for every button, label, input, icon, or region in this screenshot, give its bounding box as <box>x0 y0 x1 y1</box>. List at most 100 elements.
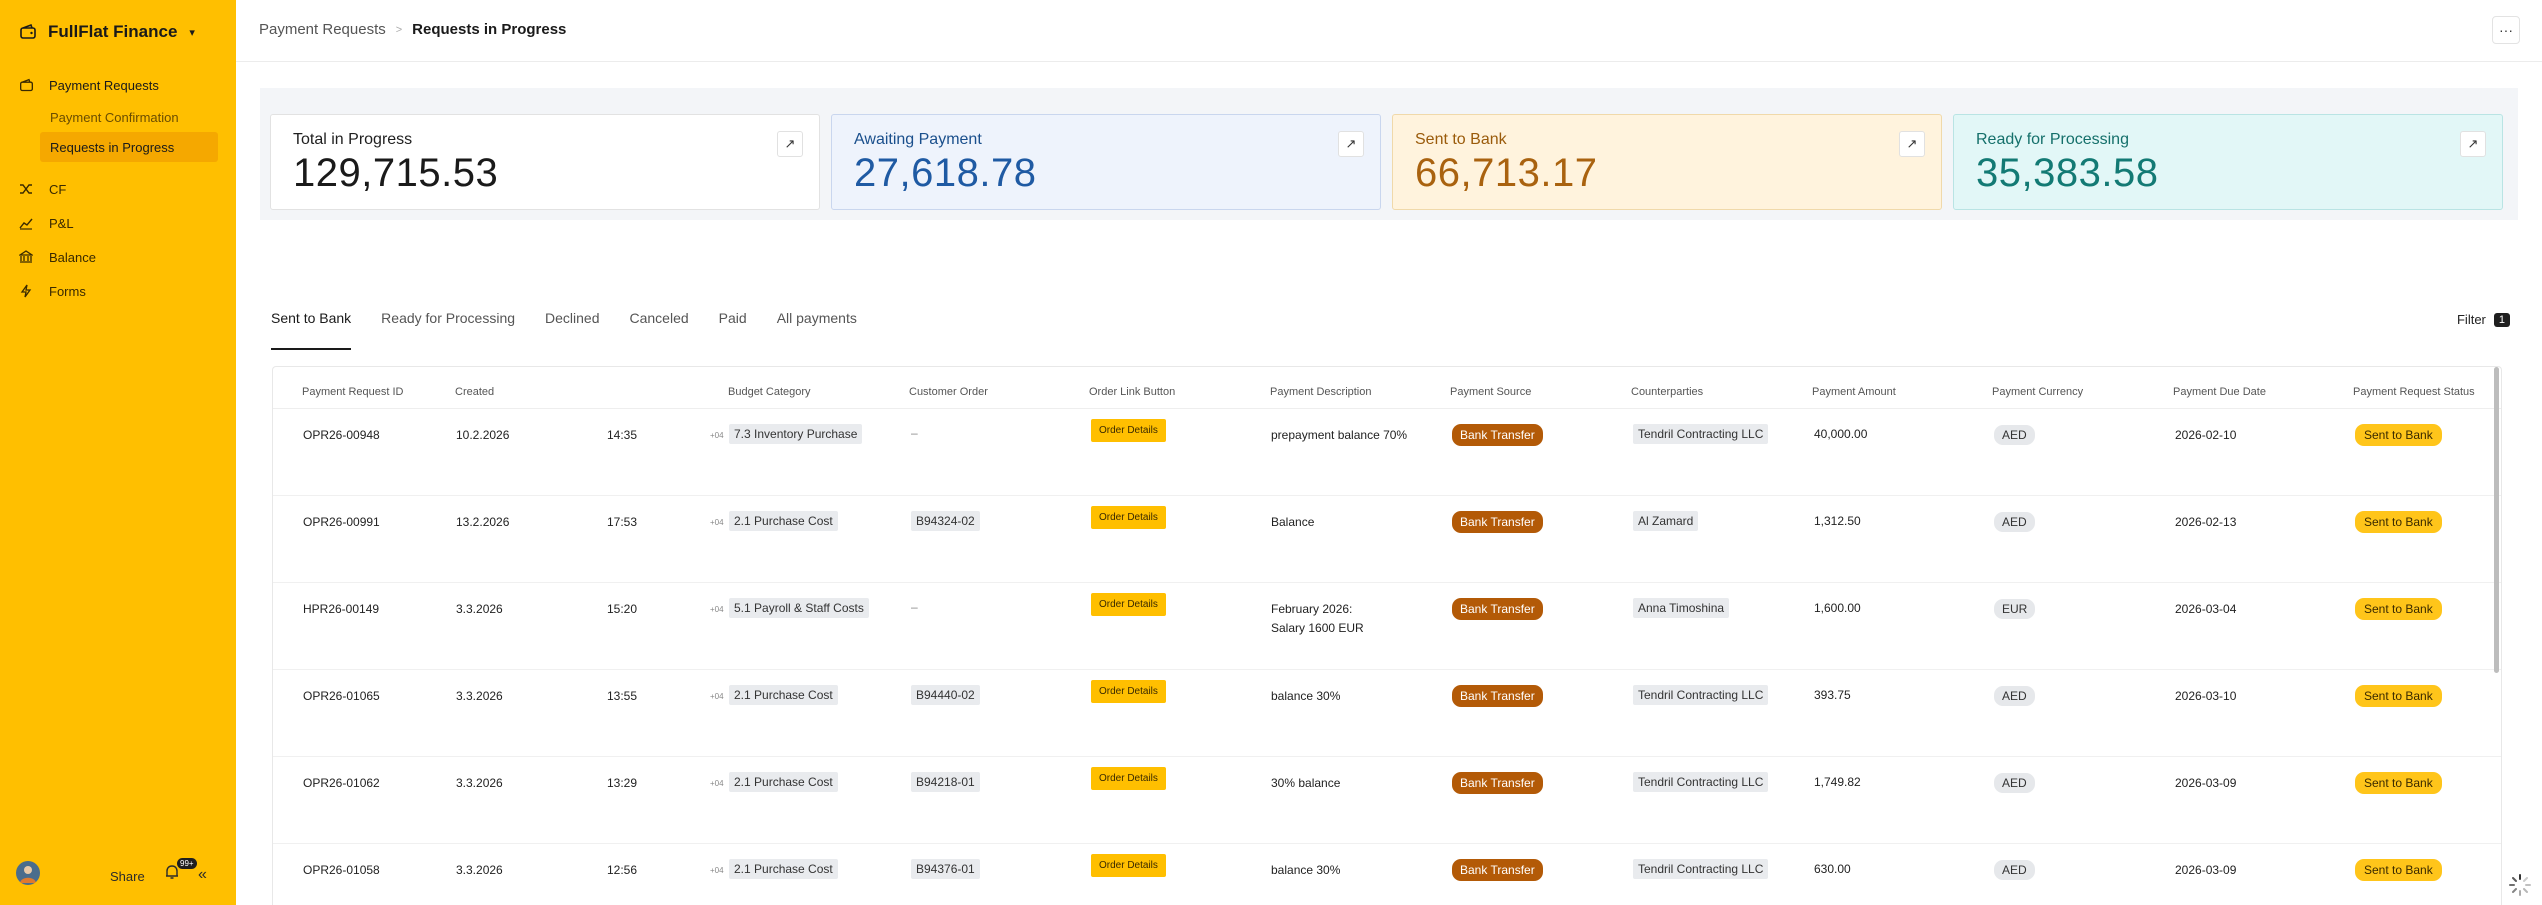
open-link-icon[interactable]: ↗ <box>2460 131 2486 157</box>
loading-spinner-icon <box>2508 873 2532 897</box>
table-scrollbar[interactable] <box>2494 367 2499 673</box>
payment-description-line2: Salary 1600 EUR <box>1271 621 1364 635</box>
order-details-button[interactable]: Order Details <box>1091 680 1166 703</box>
customer-order-empty: – <box>911 426 918 440</box>
open-link-icon[interactable]: ↗ <box>777 131 803 157</box>
currency-pill: AED <box>1994 860 2035 880</box>
created-date: 3.3.2026 <box>456 689 503 703</box>
sidebar-item-payment-confirmation[interactable]: Payment Confirmation <box>40 102 218 132</box>
request-id: HPR26-00149 <box>303 602 380 616</box>
sidebar-item-forms[interactable]: Forms <box>0 274 236 308</box>
kpi-value: 35,383.58 <box>1976 151 2159 195</box>
created-date: 13.2.2026 <box>456 515 510 529</box>
sidebar-nav: Payment Requests Payment Confirmation Re… <box>0 68 236 308</box>
filter-label: Filter <box>2456 312 2486 327</box>
due-date: 2026-02-13 <box>2175 515 2237 529</box>
due-date: 2026-03-04 <box>2175 602 2237 616</box>
request-id: OPR26-01062 <box>303 776 380 790</box>
chevron-down-icon: ▾ <box>189 26 195 39</box>
sidebar-item-label: Forms <box>49 283 86 299</box>
column-header[interactable]: Payment Request Status <box>2353 386 2475 398</box>
request-id: OPR26-00991 <box>303 515 380 529</box>
sidebar-item-label: Payment Confirmation <box>50 109 179 125</box>
order-details-button[interactable]: Order Details <box>1091 767 1166 790</box>
tabs: Sent to Bank Ready for Processing Declined… <box>271 298 887 350</box>
customer-order-tag[interactable]: B94324-02 <box>911 511 980 531</box>
open-link-icon[interactable]: ↗ <box>1899 131 1925 157</box>
more-options-button[interactable]: ··· <box>2492 16 2520 44</box>
column-header[interactable]: Counterparties <box>1631 386 1703 398</box>
created-time: 13:55 <box>607 689 638 703</box>
kpi-title: Awaiting Payment <box>854 131 982 148</box>
tab-canceled[interactable]: Canceled <box>630 298 689 350</box>
table-row[interactable]: OPR26-00991 13.2.2026 17:53 +04 2.1 Purchase… <box>273 496 2501 583</box>
counterparty-tag: Tendril Contracting LLC <box>1633 859 1769 879</box>
sidebar-item-cf[interactable]: CF <box>0 172 236 206</box>
column-header[interactable]: Payment Amount <box>1812 386 1896 398</box>
created-time: 12:56 <box>607 863 638 877</box>
table-row[interactable]: OPR26-00948 10.2.2026 14:35 +04 7.3 Inventor… <box>273 409 2501 496</box>
kpi-value: 129,715.53 <box>293 151 499 195</box>
due-date: 2026-02-10 <box>2175 428 2237 442</box>
tab-paid[interactable]: Paid <box>719 298 747 350</box>
budget-category-tag: 7.3 Inventory Purchase <box>729 424 863 444</box>
created-time: 14:35 <box>607 428 638 442</box>
counterparty-tag: Tendril Contracting LLC <box>1633 685 1769 705</box>
tab-all-payments[interactable]: All payments <box>777 298 857 350</box>
column-header[interactable]: Payment Due Date <box>2173 386 2266 398</box>
tab-declined[interactable]: Declined <box>545 298 599 350</box>
filter-button[interactable]: Filter 1 <box>2457 312 2510 327</box>
customer-order-tag[interactable]: B94218-01 <box>911 772 980 792</box>
tab-sent-to-bank[interactable]: Sent to Bank <box>271 298 352 350</box>
tab-ready-for-processing[interactable]: Ready for Processing <box>381 298 515 350</box>
status-badge: Sent to Bank <box>2355 685 2442 707</box>
share-button[interactable]: Share <box>110 869 145 884</box>
payment-description: Balance <box>1271 515 1315 529</box>
trend-icon <box>18 215 34 231</box>
avatar[interactable] <box>16 861 40 885</box>
column-header[interactable]: Created <box>455 386 494 398</box>
payment-source-pill: Bank Transfer <box>1452 685 1543 707</box>
column-header[interactable]: Payment Currency <box>1992 386 2083 398</box>
payment-source-pill: Bank Transfer <box>1452 424 1543 446</box>
order-details-button[interactable]: Order Details <box>1091 419 1166 442</box>
order-details-button[interactable]: Order Details <box>1091 506 1166 529</box>
order-details-button[interactable]: Order Details <box>1091 593 1166 616</box>
table-row[interactable]: HPR26-00149 3.3.2026 15:20 +04 5.1 Payroll &… <box>273 583 2501 670</box>
column-header[interactable]: Payment Source <box>1450 386 1531 398</box>
breadcrumb-parent[interactable]: Payment Requests <box>259 21 386 38</box>
notification-badge: 99+ <box>177 858 197 869</box>
column-header[interactable]: Order Link Button <box>1089 386 1175 398</box>
request-id: OPR26-01065 <box>303 689 380 703</box>
table-row[interactable]: OPR26-01062 3.3.2026 13:29 +04 2.1 Purchase … <box>273 757 2501 844</box>
table-row[interactable]: OPR26-01065 3.3.2026 13:55 +04 2.1 Purchase … <box>273 670 2501 757</box>
sidebar-item-balance[interactable]: Balance <box>0 240 236 274</box>
status-badge: Sent to Bank <box>2355 511 2442 533</box>
currency-pill: AED <box>1994 512 2035 532</box>
created-date: 3.3.2026 <box>456 863 503 877</box>
budget-category-tag: 5.1 Payroll & Staff Costs <box>729 598 869 618</box>
customer-order-tag[interactable]: B94376-01 <box>911 859 980 879</box>
column-header[interactable]: Payment Description <box>1270 386 1372 398</box>
payment-description: prepayment balance 70% <box>1271 428 1408 442</box>
column-header[interactable]: Budget Category <box>728 386 811 398</box>
collapse-sidebar-icon[interactable]: « <box>198 866 207 884</box>
payment-description: balance 30% <box>1271 863 1341 877</box>
timezone: +04 <box>710 866 724 875</box>
customer-order-tag[interactable]: B94440-02 <box>911 685 980 705</box>
payment-source-pill: Bank Transfer <box>1452 511 1543 533</box>
page-title: Requests in Progress <box>412 21 567 38</box>
column-header[interactable]: Payment Request ID <box>302 386 404 398</box>
payment-amount: 393.75 <box>1814 688 1851 702</box>
table-header: Payment Request ID Created Budget Category… <box>273 367 2501 409</box>
payment-amount: 1,312.50 <box>1814 514 1861 528</box>
sidebar-item-requests-in-progress[interactable]: Requests in Progress <box>40 132 218 162</box>
table-row[interactable]: OPR26-01058 3.3.2026 12:56 +04 2.1 Purchase … <box>273 844 2501 905</box>
order-details-button[interactable]: Order Details <box>1091 854 1166 877</box>
sidebar-item-payment-requests[interactable]: Payment Requests <box>0 68 236 102</box>
column-header[interactable]: Customer Order <box>909 386 988 398</box>
open-link-icon[interactable]: ↗ <box>1338 131 1364 157</box>
sidebar-item-pnl[interactable]: P&L <box>0 206 236 240</box>
workspace-switcher[interactable]: FullFlat Finance ▾ <box>18 20 195 44</box>
